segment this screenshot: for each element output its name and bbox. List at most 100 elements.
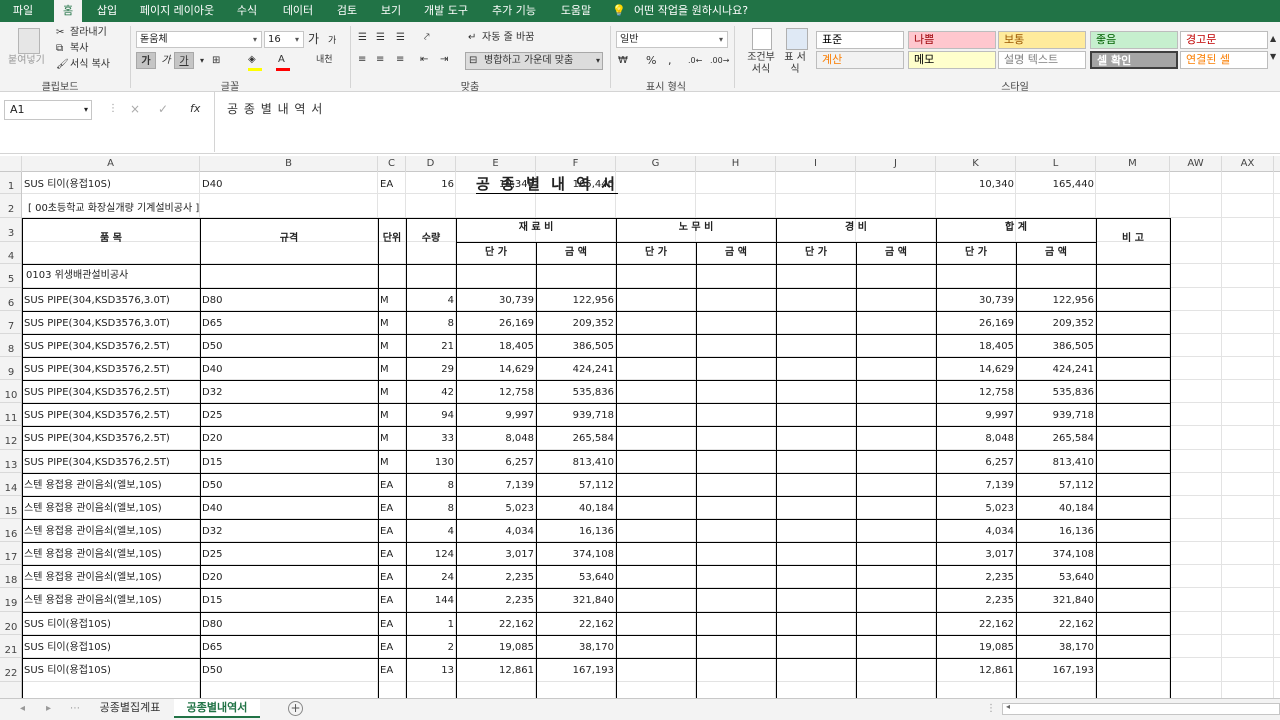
tab-view[interactable]: 보기 <box>374 0 408 22</box>
cell-item[interactable]: 스텐 용접용 관이음쇠(엘보,10S) <box>24 548 200 562</box>
sheet-tab-detail[interactable]: 공종별내역서 <box>174 699 260 718</box>
cell-style-3[interactable]: 좋음 <box>1090 31 1178 49</box>
wrap-text-icon[interactable]: ↵ <box>468 31 476 45</box>
header-amount-2[interactable]: 금 액 <box>856 246 936 260</box>
format-table-icon[interactable] <box>786 28 808 50</box>
cell-unit[interactable]: EA <box>380 594 406 608</box>
row-header-12[interactable]: 12 <box>0 426 21 450</box>
cell-total-amount[interactable]: 209,352 <box>1016 317 1094 331</box>
cell-material-amount[interactable]: 167,193 <box>536 664 614 678</box>
cell-total-amount[interactable]: 57,112 <box>1016 479 1094 493</box>
cell-total-unit-price[interactable]: 14,629 <box>936 363 1014 377</box>
row-header-20[interactable]: 20 <box>0 612 21 635</box>
header-total[interactable]: 합 계 <box>936 221 1096 235</box>
header-unit-price-0[interactable]: 단 가 <box>456 246 536 260</box>
row-header-22[interactable]: 22 <box>0 658 21 682</box>
cell-material-amount[interactable]: 22,162 <box>536 618 614 632</box>
cell-material-unit-price[interactable]: 12,861 <box>456 664 534 678</box>
cell-unit[interactable]: EA <box>380 525 406 539</box>
cell-qty[interactable]: 29 <box>406 363 454 377</box>
cell-total-amount[interactable]: 16,136 <box>1016 525 1094 539</box>
wrap-text-button[interactable]: 자동 줄 바꿈 <box>482 31 534 45</box>
cell-spec[interactable]: D15 <box>202 456 378 470</box>
phonetic-button[interactable]: 내천 <box>316 53 333 67</box>
cell-material-amount[interactable]: 939,718 <box>536 409 614 423</box>
sheet-tab-summary[interactable]: 공종별집계표 <box>88 699 172 718</box>
chevron-down-icon[interactable]: ▾ <box>200 54 204 68</box>
column-header-a[interactable]: A <box>22 156 200 172</box>
shrink-font-button[interactable]: 가 <box>328 34 336 48</box>
cell-unit[interactable]: M <box>380 456 406 470</box>
align-center-icon[interactable]: ≡ <box>376 53 384 67</box>
cell-total-amount[interactable]: 265,584 <box>1016 432 1094 446</box>
cell-total-unit-price[interactable]: 2,235 <box>936 571 1014 585</box>
header-spec[interactable]: 규격 <box>200 232 378 246</box>
row-header-14[interactable]: 14 <box>0 473 21 496</box>
cell-spec[interactable]: D50 <box>202 479 378 493</box>
cell-item[interactable]: SUS PIPE(304,KSD3576,2.5T) <box>24 363 200 377</box>
copy-button[interactable]: 복사 <box>70 42 88 56</box>
header-unit-price-2[interactable]: 단 가 <box>776 246 856 260</box>
header-labor[interactable]: 노 무 비 <box>616 221 776 235</box>
insert-function-icon[interactable]: fx <box>190 102 200 116</box>
cell-spec[interactable]: D32 <box>202 525 378 539</box>
decrease-indent-icon[interactable]: ⇤ <box>420 53 428 67</box>
decrease-decimal-icon[interactable]: .00→ <box>710 54 729 68</box>
cell-spec[interactable]: D40 <box>202 502 378 516</box>
cell-spec[interactable]: D65 <box>202 317 378 331</box>
cell-total-unit-price[interactable]: 10,340 <box>936 178 1014 192</box>
format-painter-button[interactable]: 서식 복사 <box>70 58 110 72</box>
cell-spec[interactable]: D80 <box>202 294 378 308</box>
cell-total-amount[interactable]: 939,718 <box>1016 409 1094 423</box>
add-sheet-button[interactable]: + <box>288 701 303 716</box>
cell-qty[interactable]: 2 <box>406 641 454 655</box>
cell-total-unit-price[interactable]: 19,085 <box>936 641 1014 655</box>
cell-unit[interactable]: EA <box>380 479 406 493</box>
cell-style-9[interactable]: 연결된 셀 <box>1180 51 1268 69</box>
align-left-icon[interactable]: ≡ <box>358 53 366 67</box>
row-header-21[interactable]: 21 <box>0 635 21 658</box>
font-name-combo[interactable]: 돋움체 ▾ <box>136 31 262 48</box>
cell-item[interactable]: SUS 티이(용접10S) <box>24 641 200 655</box>
cell-qty[interactable]: 13 <box>406 664 454 678</box>
cell-material-amount[interactable]: 40,184 <box>536 502 614 516</box>
format-painter-icon[interactable]: 🖌 <box>56 58 69 72</box>
align-top-icon[interactable]: ☰ <box>358 31 367 45</box>
italic-button[interactable]: 가 <box>156 52 176 69</box>
cell-qty[interactable]: 130 <box>406 456 454 470</box>
cell-qty[interactable]: 21 <box>406 340 454 354</box>
cell-qty[interactable]: 4 <box>406 294 454 308</box>
cell-unit[interactable]: EA <box>380 618 406 632</box>
cell-style-1[interactable]: 나쁨 <box>908 31 996 49</box>
header-expense[interactable]: 경 비 <box>776 221 936 235</box>
cell-unit[interactable]: M <box>380 386 406 400</box>
header-note[interactable]: 비 고 <box>1096 232 1170 246</box>
cell-total-amount[interactable]: 40,184 <box>1016 502 1094 516</box>
header-unit-price-1[interactable]: 단 가 <box>616 246 696 260</box>
cell-item[interactable]: SUS PIPE(304,KSD3576,2.5T) <box>24 456 200 470</box>
cell-style-6[interactable]: 메모 <box>908 51 996 69</box>
cell-spec[interactable]: D50 <box>202 664 378 678</box>
confirm-icon[interactable]: ✓ <box>158 102 168 116</box>
number-format-combo[interactable]: 일반 ▾ <box>616 31 728 48</box>
cell-qty[interactable]: 94 <box>406 409 454 423</box>
tab-developer[interactable]: 개발 도구 <box>418 0 474 22</box>
tab-formulas[interactable]: 수식 <box>230 0 264 22</box>
column-header-l[interactable]: L <box>1016 156 1096 172</box>
cell-qty[interactable]: 8 <box>406 479 454 493</box>
cell-spec[interactable]: D15 <box>202 594 378 608</box>
header-material[interactable]: 재 료 비 <box>456 221 616 235</box>
column-header-d[interactable]: D <box>406 156 456 172</box>
cell-total-unit-price[interactable]: 8,048 <box>936 432 1014 446</box>
cell-unit[interactable]: EA <box>380 178 406 192</box>
tab-addins[interactable]: 추가 기능 <box>486 0 542 22</box>
section-title[interactable]: 0103 위생배관설비공사 <box>26 269 226 283</box>
cell-item[interactable]: SUS PIPE(304,KSD3576,3.0T) <box>24 317 200 331</box>
header-qty[interactable]: 수량 <box>406 232 456 246</box>
cell-total-unit-price[interactable]: 12,861 <box>936 664 1014 678</box>
cell-spec[interactable]: D32 <box>202 386 378 400</box>
increase-decimal-icon[interactable]: .0← <box>688 54 702 68</box>
cell-unit[interactable]: M <box>380 409 406 423</box>
scroll-down-icon[interactable]: ▼ <box>1270 50 1276 64</box>
cancel-icon[interactable]: × <box>130 102 140 116</box>
